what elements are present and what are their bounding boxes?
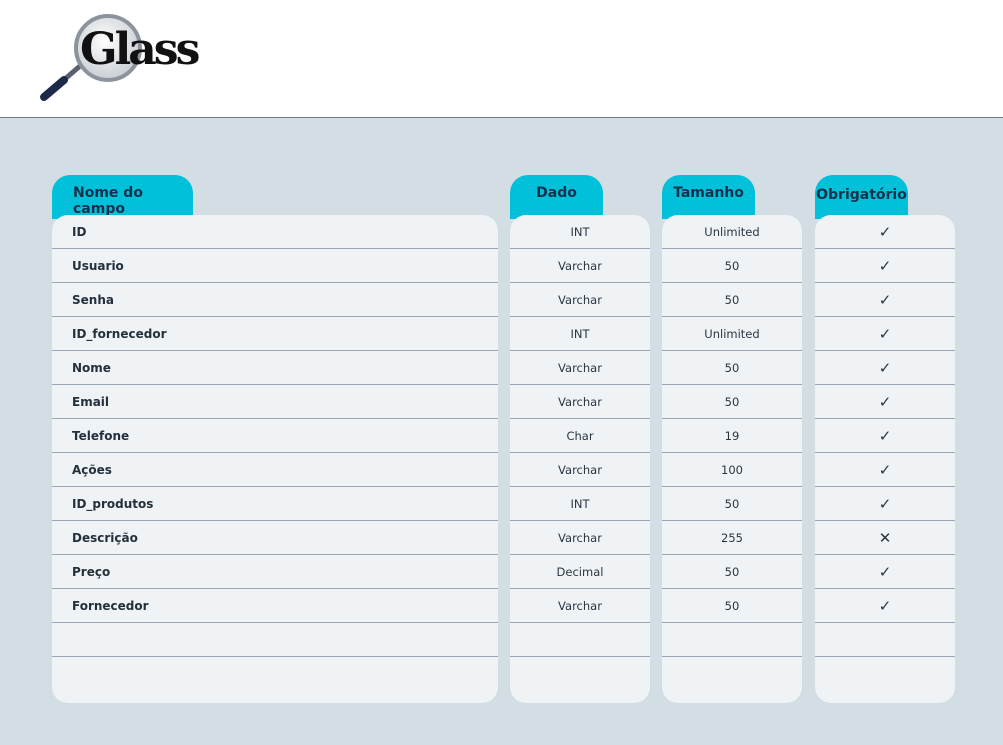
required-cell: ✓: [815, 419, 955, 453]
size-cell: 50: [662, 283, 802, 317]
required-cell: ✓: [815, 283, 955, 317]
field-name-cell: [52, 623, 498, 657]
required-cell: ✓: [815, 215, 955, 249]
size-cell: 50: [662, 249, 802, 283]
type-cell: Varchar: [510, 385, 650, 419]
type-cell: Varchar: [510, 453, 650, 487]
type-cell: INT: [510, 487, 650, 521]
size-column: Tamanho Unlimited 50 50 Unlimited 50 50 19 100 5…: [662, 175, 802, 705]
type-cell: Varchar: [510, 589, 650, 623]
type-cell: INT: [510, 317, 650, 351]
field-name-cell: [52, 657, 498, 691]
type-cell: [510, 623, 650, 657]
required-cell: ✕: [815, 521, 955, 555]
field-name-cell: Senha: [52, 283, 498, 317]
required-cell: ✓: [815, 453, 955, 487]
field-name-cell: Ações: [52, 453, 498, 487]
field-name-cell: ID: [52, 215, 498, 249]
field-name-cell: Fornecedor: [52, 589, 498, 623]
type-panel: INT Varchar Varchar INT Varchar Varchar Char Va…: [510, 215, 650, 703]
field-name-cell: ID_fornecedor: [52, 317, 498, 351]
type-cell: Varchar: [510, 283, 650, 317]
field-name-panel: ID Usuario Senha ID_fornecedor Nome Email Tele…: [52, 215, 498, 703]
size-cell: 19: [662, 419, 802, 453]
required-cell: ✓: [815, 385, 955, 419]
size-cell: Unlimited: [662, 215, 802, 249]
required-cell: [815, 657, 955, 691]
type-cell: [510, 657, 650, 691]
required-cell: ✓: [815, 589, 955, 623]
header: Glass: [0, 0, 1003, 118]
size-cell: 50: [662, 555, 802, 589]
required-cell: ✓: [815, 555, 955, 589]
logo: Glass: [38, 14, 208, 104]
field-name-cell: Nome: [52, 351, 498, 385]
field-name-header: Nome do campo: [52, 175, 193, 219]
required-cell: [815, 623, 955, 657]
logo-text: Glass: [80, 24, 200, 75]
required-cell: ✓: [815, 249, 955, 283]
required-cell: ✓: [815, 487, 955, 521]
type-column: Dado INT Varchar Varchar INT Varchar Varchar C…: [510, 175, 650, 705]
field-name-cell: Usuario: [52, 249, 498, 283]
field-name-cell: Descrição: [52, 521, 498, 555]
type-cell: Varchar: [510, 249, 650, 283]
type-cell: Varchar: [510, 521, 650, 555]
field-name-cell: Preço: [52, 555, 498, 589]
size-cell: 255: [662, 521, 802, 555]
type-cell: INT: [510, 215, 650, 249]
type-cell: Varchar: [510, 351, 650, 385]
type-cell: Decimal: [510, 555, 650, 589]
field-name-column: Nome do campo ID Usuario Senha ID_fornecedo…: [52, 175, 498, 705]
field-name-cell: Email: [52, 385, 498, 419]
size-cell: [662, 657, 802, 691]
required-cell: ✓: [815, 351, 955, 385]
type-header: Dado: [510, 175, 603, 219]
size-panel: Unlimited 50 50 Unlimited 50 50 19 100 50 255 50 50: [662, 215, 802, 703]
size-cell: 50: [662, 589, 802, 623]
size-cell: 50: [662, 487, 802, 521]
size-cell: 50: [662, 385, 802, 419]
required-panel: ✓ ✓ ✓ ✓ ✓ ✓ ✓ ✓ ✓ ✕ ✓ ✓: [815, 215, 955, 703]
required-cell: ✓: [815, 317, 955, 351]
required-header: Obrigatório: [815, 175, 908, 219]
field-name-cell: Telefone: [52, 419, 498, 453]
size-cell: 50: [662, 351, 802, 385]
size-cell: Unlimited: [662, 317, 802, 351]
size-cell: [662, 623, 802, 657]
type-cell: Char: [510, 419, 650, 453]
size-header: Tamanho: [662, 175, 755, 219]
required-column: Obrigatório ✓ ✓ ✓ ✓ ✓ ✓ ✓ ✓ ✓ ✕ ✓ ✓: [815, 175, 955, 705]
size-cell: 100: [662, 453, 802, 487]
field-name-cell: ID_produtos: [52, 487, 498, 521]
